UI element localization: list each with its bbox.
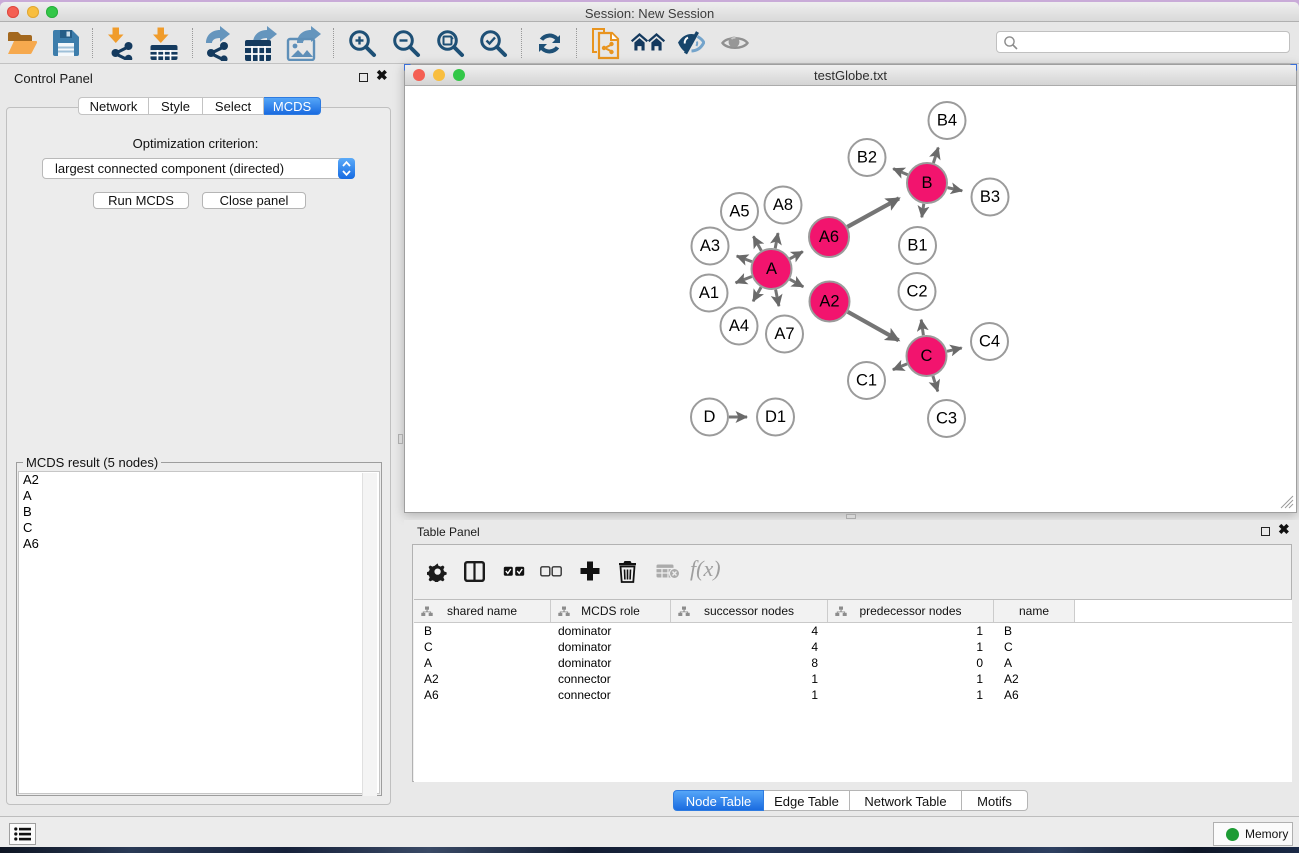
svg-text:C4: C4	[979, 333, 1000, 351]
svg-text:A5: A5	[729, 203, 749, 221]
svg-text:D1: D1	[765, 408, 786, 426]
svg-text:B4: B4	[937, 112, 957, 130]
svg-text:A8: A8	[773, 196, 793, 214]
svg-text:C: C	[921, 347, 933, 365]
svg-text:B: B	[921, 174, 932, 192]
svg-text:A2: A2	[819, 293, 839, 311]
svg-text:B1: B1	[907, 237, 927, 255]
svg-text:A1: A1	[699, 284, 719, 302]
svg-text:C1: C1	[856, 372, 877, 390]
svg-text:B2: B2	[857, 149, 877, 167]
svg-text:D: D	[704, 408, 716, 426]
svg-text:C3: C3	[936, 410, 957, 428]
svg-text:A6: A6	[819, 228, 839, 246]
svg-text:A4: A4	[729, 317, 749, 335]
svg-text:A3: A3	[700, 237, 720, 255]
svg-text:A7: A7	[774, 325, 794, 343]
svg-text:B3: B3	[980, 188, 1000, 206]
svg-text:A: A	[766, 260, 777, 278]
svg-text:C2: C2	[906, 283, 927, 301]
